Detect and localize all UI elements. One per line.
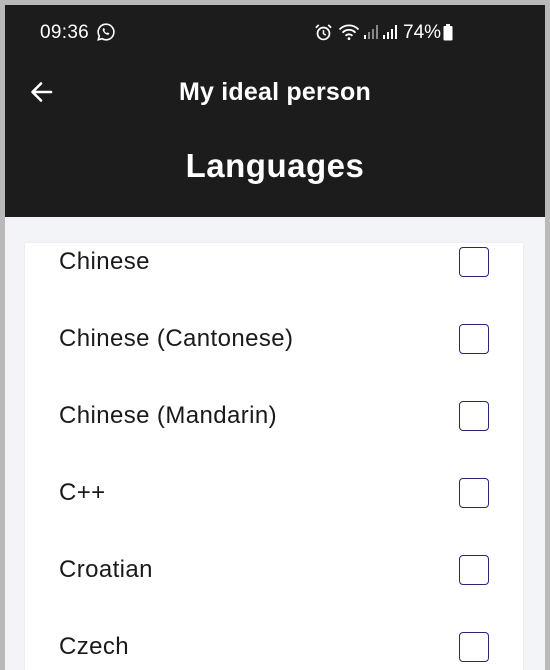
language-label: Chinese — [59, 247, 150, 275]
language-label: Chinese (Mandarin) — [59, 401, 277, 429]
language-item-croatian[interactable]: Croatian — [25, 531, 523, 608]
battery-icon — [443, 24, 453, 41]
phone-screen: 09:36 74% My ideal person Languages Chin… — [5, 5, 545, 670]
header-title: My ideal person — [179, 78, 371, 106]
language-checkbox[interactable] — [459, 554, 489, 585]
whatsapp-icon — [97, 23, 115, 41]
language-checkbox[interactable] — [459, 631, 489, 662]
language-label: Chinese (Cantonese) — [59, 324, 294, 352]
language-item-czech[interactable]: Czech — [25, 608, 523, 670]
signal-icon — [383, 25, 397, 39]
language-checkbox[interactable] — [459, 323, 489, 354]
language-item-chinese-mandarin[interactable]: Chinese (Mandarin) — [25, 377, 523, 454]
signal-icon — [364, 25, 378, 39]
language-checkbox[interactable] — [459, 246, 489, 277]
status-time: 09:36 — [40, 22, 90, 43]
alarm-icon — [315, 24, 332, 41]
language-item-chinese[interactable]: Chinese — [25, 223, 523, 300]
language-label: C++ — [59, 478, 106, 506]
language-label: Croatian — [59, 555, 153, 583]
language-label: Czech — [59, 632, 130, 660]
languages-list-card: Chinese Chinese (Cantonese) Chinese (Man… — [25, 243, 523, 670]
battery-percentage: 74% — [403, 22, 442, 43]
language-item-cpp[interactable]: C++ — [25, 454, 523, 531]
wifi-icon — [338, 24, 360, 40]
app-header: 09:36 74% My ideal person Languages — [5, 5, 545, 217]
language-checkbox[interactable] — [459, 477, 489, 508]
language-checkbox[interactable] — [459, 400, 489, 431]
language-item-chinese-cantonese[interactable]: Chinese (Cantonese) — [25, 300, 523, 377]
page-title: Languages — [185, 147, 365, 184]
